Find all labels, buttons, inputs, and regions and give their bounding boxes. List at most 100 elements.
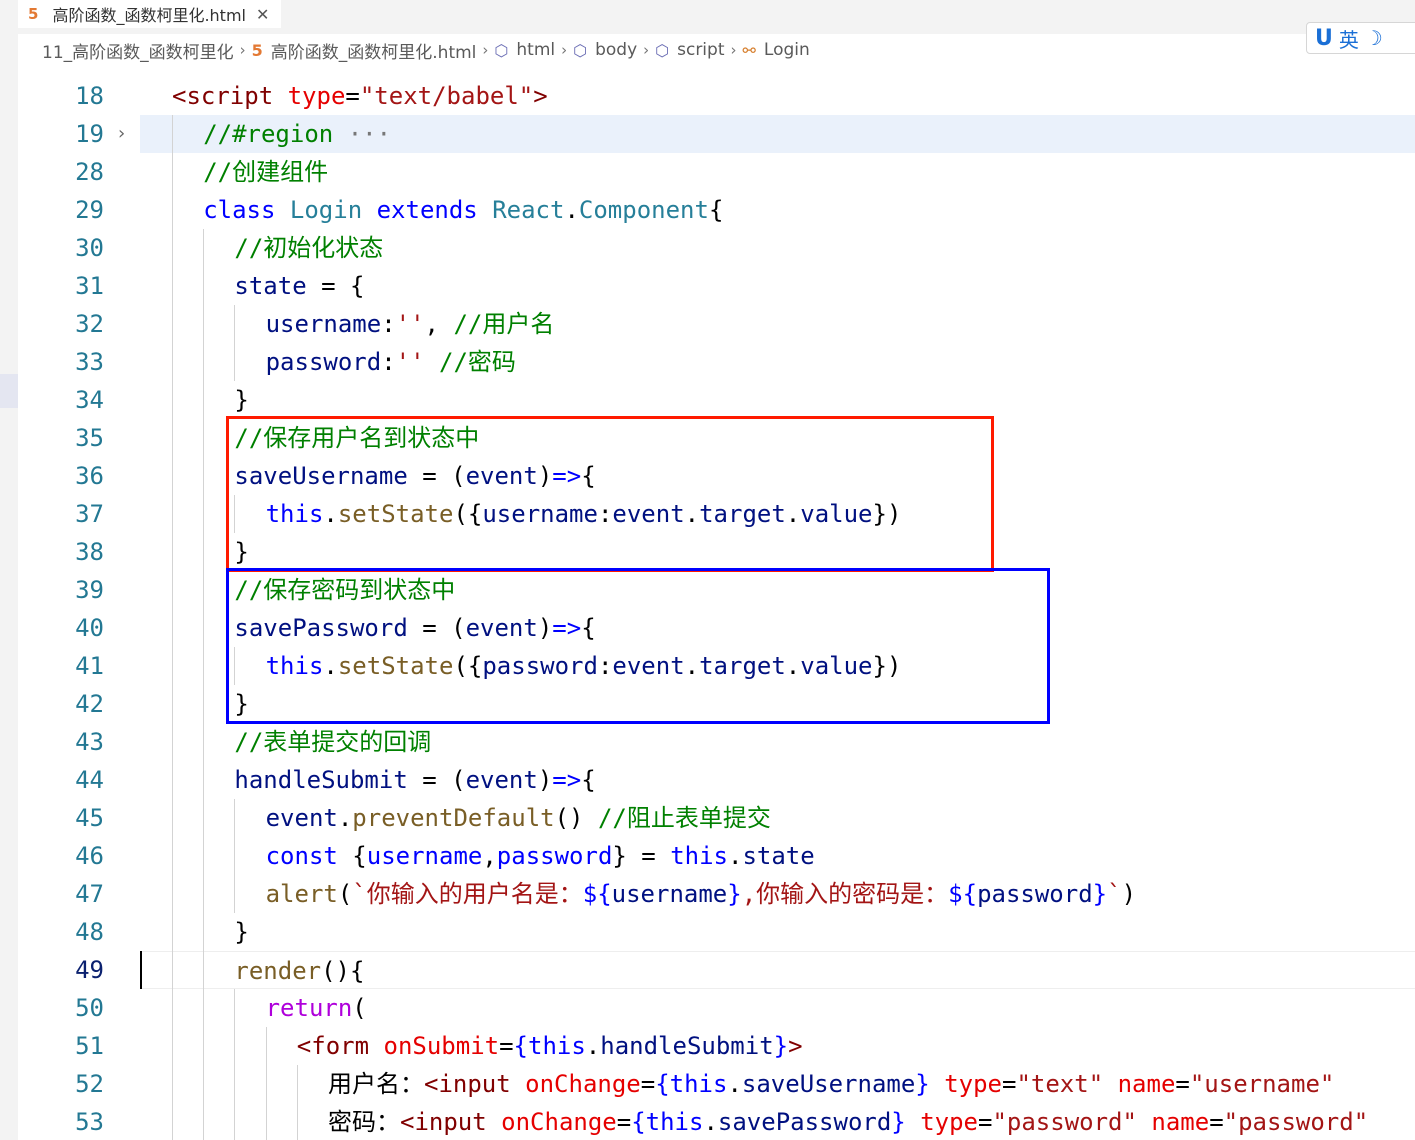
code-line[interactable]: <form onSubmit={this.handleSubmit}>: [140, 1027, 1415, 1065]
indent-guide: [203, 723, 205, 761]
code-line[interactable]: }: [140, 913, 1415, 951]
indent-guide: [203, 267, 205, 305]
indent-guide: [234, 875, 236, 913]
indent-guide: [203, 1103, 205, 1140]
code-token: =: [1175, 1070, 1190, 1098]
code-token: "username": [1189, 1070, 1335, 1098]
code-token: preventDefault: [352, 804, 555, 832]
code-line[interactable]: password:'' //密码: [140, 343, 1415, 381]
code-token: password: [496, 842, 613, 870]
indent-guide: [172, 191, 173, 229]
line-number: 40: [75, 614, 104, 642]
code-line[interactable]: handleSubmit = (event)=>{: [140, 761, 1415, 799]
code-token: handleSubmit: [600, 1032, 774, 1060]
code-token: .: [585, 1032, 601, 1060]
breadcrumb-item[interactable]: 5 高阶函数_函数柯里化.html ›: [252, 38, 495, 63]
code-area[interactable]: <script type="text/babel">//#region ··· /…: [140, 66, 1415, 1140]
code-line[interactable]: //#region ···: [140, 115, 1415, 153]
code-token: //#region: [203, 120, 348, 148]
code-token: ,: [482, 842, 497, 870]
code-line[interactable]: username:'', //用户名: [140, 305, 1415, 343]
indent-guide: [172, 571, 173, 609]
code-token: //密码: [439, 348, 516, 376]
close-icon[interactable]: ✕: [256, 5, 269, 24]
code-editor[interactable]: 18 19 › 28 29 30 31 32 33 34 35 36 37 38 39 40 41 42 43 44 4…: [18, 66, 1415, 1140]
code-token: =: [345, 82, 360, 110]
code-token: //用户名: [453, 310, 555, 338]
code-line[interactable]: const {username,password} = this.state: [140, 837, 1415, 875]
code-token: } =: [612, 842, 671, 870]
code-token: ): [537, 766, 553, 794]
chevron-right-icon: ›: [239, 41, 246, 59]
code-token: onSubmit: [383, 1032, 500, 1060]
editor-tab[interactable]: 5 高阶函数_函数柯里化.html ✕: [18, 0, 282, 28]
indent-guide: [203, 647, 205, 685]
code-token: .: [337, 804, 353, 832]
ime-indicator[interactable]: U 英 ☽: [1306, 22, 1415, 54]
code-line[interactable]: //表单提交的回调: [140, 723, 1415, 761]
code-line[interactable]: <script type="text/babel">: [140, 77, 1415, 115]
code-token: {this: [655, 1070, 728, 1098]
code-line[interactable]: alert(`你输入的用户名是：${username},你输入的密码是：${pa…: [140, 875, 1415, 913]
indent-guide: [234, 1027, 236, 1065]
html5-icon: 5: [251, 40, 263, 60]
code-token: //阻止表单提交: [597, 804, 771, 832]
code-line[interactable]: event.preventDefault() //阻止表单提交: [140, 799, 1415, 837]
breadcrumb-item[interactable]: 11_高阶函数_函数柯里化 ›: [42, 38, 252, 63]
code-token: return: [265, 994, 353, 1022]
breadcrumb-item[interactable]: ⬡ html ›: [494, 40, 573, 60]
indent-guide: [172, 419, 173, 457]
code-line[interactable]: render(){: [140, 951, 1415, 989]
code-token: username: [265, 310, 382, 338]
indent-guide: [172, 1027, 173, 1065]
indent-guide: [265, 1027, 267, 1065]
line-number: 33: [75, 348, 104, 376]
indent-guide: [172, 875, 173, 913]
line-number: 44: [75, 766, 104, 794]
code-line[interactable]: class Login extends React.Component{: [140, 191, 1415, 229]
line-number: 19: [75, 120, 104, 148]
indent-guide: [203, 609, 205, 647]
line-number: 36: [75, 462, 104, 490]
fold-chevron-icon[interactable]: ›: [118, 115, 125, 153]
code-line[interactable]: state = {: [140, 267, 1415, 305]
code-token: this: [670, 842, 728, 870]
indent-guide: [296, 1103, 298, 1140]
indent-guide: [203, 837, 205, 875]
code-token: class: [203, 196, 290, 224]
indent-guide: [203, 533, 205, 571]
code-token: savePassword: [717, 1108, 892, 1136]
code-token: ${: [948, 880, 978, 908]
breadcrumb-item[interactable]: ⚯ Login: [742, 40, 809, 60]
code-token: onChange: [501, 1108, 617, 1136]
code-line[interactable]: 密码：<input onChange={this.savePassword} t…: [140, 1103, 1415, 1140]
text-cursor: [140, 951, 142, 989]
indent-guide: [203, 761, 205, 799]
code-token: 密码：: [328, 1108, 400, 1136]
indent-guide: [172, 115, 173, 153]
chevron-right-icon: ›: [561, 41, 568, 59]
code-token: saveUsername: [741, 1070, 916, 1098]
code-token: (: [337, 880, 353, 908]
breadcrumb-item[interactable]: ⬡ body ›: [573, 40, 655, 60]
code-token: password: [265, 348, 382, 376]
code-token: <input: [400, 1108, 502, 1136]
code-line[interactable]: //初始化状态: [140, 229, 1415, 267]
code-line[interactable]: //创建组件: [140, 153, 1415, 191]
code-line[interactable]: return(: [140, 989, 1415, 1027]
code-token: Login: [289, 196, 377, 224]
code-token: event: [265, 804, 338, 832]
line-number: 35: [75, 424, 104, 452]
indent-guide: [172, 381, 173, 419]
code-token: const: [265, 842, 353, 870]
breadcrumb-item[interactable]: ⬡ script ›: [655, 40, 742, 60]
code-token: =: [640, 1070, 656, 1098]
indent-guide: [203, 685, 205, 723]
code-line[interactable]: }: [140, 381, 1415, 419]
code-line[interactable]: 用户名：<input onChange={this.saveUsername} …: [140, 1065, 1415, 1103]
line-number: 52: [75, 1070, 104, 1098]
code-token: username: [366, 842, 483, 870]
code-token: }: [915, 1070, 945, 1098]
code-token: =>: [552, 766, 582, 794]
code-token: ${: [582, 880, 612, 908]
